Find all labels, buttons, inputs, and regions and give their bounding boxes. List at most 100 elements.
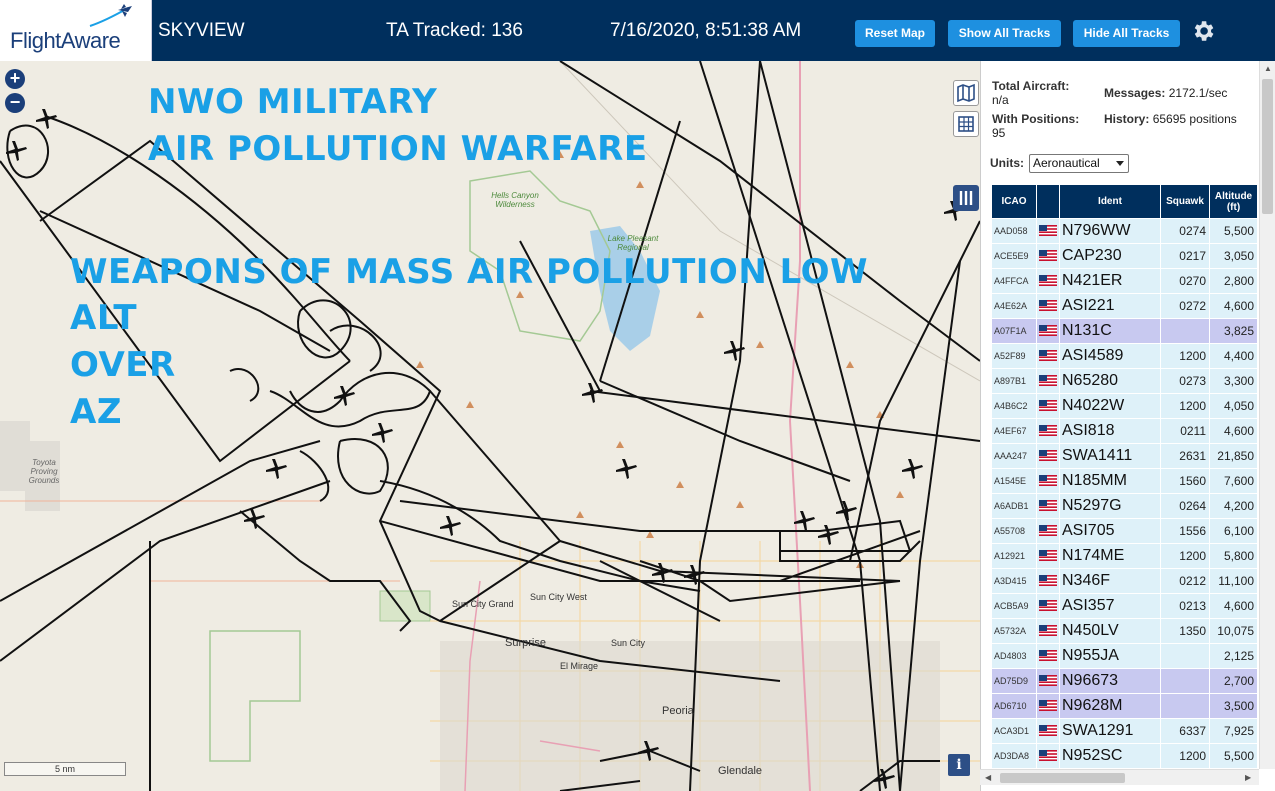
aircraft-row[interactable]: A07F1A N131C 3,825 <box>992 319 1257 344</box>
aircraft-ident: N421ER <box>1060 269 1160 294</box>
aircraft-icao: A897B1 <box>992 369 1036 394</box>
aircraft-row[interactable]: A6ADB1 N5297G 0264 4,200 <box>992 494 1257 519</box>
aircraft-row[interactable]: ACE5E9 CAP230 0217 3,050 <box>992 244 1257 269</box>
aircraft-row[interactable]: A12921 N174ME 1200 5,800 <box>992 544 1257 569</box>
aircraft-ident: N9628M <box>1060 694 1160 719</box>
aircraft-ident: N96673 <box>1060 669 1160 694</box>
aircraft-row[interactable]: AD4803 N955JA 2,125 <box>992 644 1257 669</box>
aircraft-row[interactable]: A52F89 ASI4589 1200 4,400 <box>992 344 1257 369</box>
aircraft-altitude: 11,100 <box>1210 569 1257 594</box>
logo-plane-icon <box>89 4 132 27</box>
overlay-text-line1: NWO MILITARY <box>148 82 438 122</box>
grid-icon <box>958 116 974 132</box>
col-squawk[interactable]: Squawk <box>1161 185 1209 219</box>
sidebar-vertical-scrollbar[interactable]: ▲ <box>1259 61 1275 769</box>
aircraft-row[interactable]: A1545E N185MM 1560 7,600 <box>992 469 1257 494</box>
columns-toggle-button[interactable] <box>953 185 979 211</box>
aircraft-squawk: 0270 <box>1161 269 1209 294</box>
place-toyota-proving-grounds: Toyota Proving Grounds <box>28 458 60 485</box>
scroll-up-arrow[interactable]: ▲ <box>1264 64 1272 73</box>
aircraft-ident: N174ME <box>1060 544 1160 569</box>
aircraft-flag <box>1037 544 1059 569</box>
aircraft-row[interactable]: A4FFCA N421ER 0270 2,800 <box>992 269 1257 294</box>
aircraft-altitude: 7,925 <box>1210 719 1257 744</box>
map-scale: 5 nm <box>4 762 126 776</box>
aircraft-squawk: 1200 <box>1161 344 1209 369</box>
gear-icon[interactable] <box>1190 18 1216 44</box>
aircraft-icao: ACE5E9 <box>992 244 1036 269</box>
stat-total-label: Total Aircraft: <box>992 79 1070 93</box>
aircraft-altitude: 2,800 <box>1210 269 1257 294</box>
map-icon <box>957 83 975 103</box>
aircraft-altitude: 5,500 <box>1210 219 1257 244</box>
us-flag-icon <box>1039 250 1057 262</box>
grid-toggle-button[interactable] <box>953 111 979 137</box>
aircraft-row[interactable]: AAA247 SWA1411 2631 21,850 <box>992 444 1257 469</box>
aircraft-row[interactable]: A4EF67 ASI818 0211 4,600 <box>992 419 1257 444</box>
aircraft-squawk <box>1161 694 1209 719</box>
aircraft-row[interactable]: AD6710 N9628M 3,500 <box>992 694 1257 719</box>
aircraft-squawk: 0274 <box>1161 219 1209 244</box>
aircraft-ident: N450LV <box>1060 619 1160 644</box>
aircraft-ident: ASI705 <box>1060 519 1160 544</box>
aircraft-row[interactable]: A5732A N450LV 1350 10,075 <box>992 619 1257 644</box>
overlay-text-line2: AIR POLLUTION WARFARE <box>148 129 648 169</box>
vertical-scroll-thumb[interactable] <box>1262 79 1273 214</box>
stat-total-aircraft: Total Aircraft: n/a <box>992 79 1069 107</box>
aircraft-row[interactable]: A4B6C2 N4022W 1200 4,050 <box>992 394 1257 419</box>
map-layers-button[interactable] <box>953 80 979 106</box>
aircraft-flag <box>1037 694 1059 719</box>
col-icao[interactable]: ICAO <box>992 185 1036 219</box>
logo-text: FlightAware <box>10 28 121 53</box>
us-flag-icon <box>1039 425 1057 437</box>
aircraft-row[interactable]: AD75D9 N96673 2,700 <box>992 669 1257 694</box>
aircraft-icao: ACB5A9 <box>992 594 1036 619</box>
col-altitude[interactable]: Altitude (ft) <box>1210 185 1257 219</box>
col-flag[interactable] <box>1037 185 1059 219</box>
aircraft-altitude: 4,050 <box>1210 394 1257 419</box>
sidebar-horizontal-scrollbar[interactable]: ◀ ▶ <box>980 769 1259 785</box>
stat-messages: Messages: 2172.1/sec <box>1104 86 1227 100</box>
units-select[interactable]: Aeronautical <box>1029 154 1129 173</box>
zoom-in-button[interactable]: + <box>5 69 25 89</box>
aircraft-altitude: 2,700 <box>1210 669 1257 694</box>
info-button[interactable]: i <box>948 754 970 776</box>
us-flag-icon <box>1039 375 1057 387</box>
map-canvas[interactable] <box>0 61 980 791</box>
aircraft-row[interactable]: A4E62A ASI221 0272 4,600 <box>992 294 1257 319</box>
aircraft-squawk: 1556 <box>1161 519 1209 544</box>
aircraft-altitude: 3,050 <box>1210 244 1257 269</box>
aircraft-flag <box>1037 369 1059 394</box>
aircraft-ident: N796WW <box>1060 219 1160 244</box>
zoom-out-button[interactable]: − <box>5 93 25 113</box>
aircraft-row[interactable]: AAD058 N796WW 0274 5,500 <box>992 219 1257 244</box>
flightaware-logo[interactable]: FlightAware <box>0 0 152 61</box>
tracked-count: TA Tracked: 136 <box>386 20 523 41</box>
aircraft-flag <box>1037 444 1059 469</box>
flight-map[interactable]: Hells Canyon Wilderness Lake Pleasant Re… <box>0 61 980 791</box>
aircraft-squawk: 1200 <box>1161 544 1209 569</box>
hide-all-tracks-button[interactable]: Hide All Tracks <box>1073 20 1180 47</box>
us-flag-icon <box>1039 350 1057 362</box>
aircraft-row[interactable]: A3D415 N346F 0212 11,100 <box>992 569 1257 594</box>
aircraft-row[interactable]: A897B1 N65280 0273 3,300 <box>992 369 1257 394</box>
scroll-left-arrow[interactable]: ◀ <box>985 773 991 782</box>
horizontal-scroll-thumb[interactable] <box>1000 773 1125 783</box>
place-lake-pleasant: Lake Pleasant Regional <box>607 234 659 252</box>
us-flag-icon <box>1039 650 1057 662</box>
place-glendale: Glendale <box>718 765 763 777</box>
aircraft-icao: A6ADB1 <box>992 494 1036 519</box>
aircraft-altitude: 4,400 <box>1210 344 1257 369</box>
aircraft-row[interactable]: ACA3D1 SWA1291 6337 7,925 <box>992 719 1257 744</box>
reset-map-button[interactable]: Reset Map <box>855 20 935 47</box>
aircraft-ident: SWA1291 <box>1060 719 1160 744</box>
scroll-right-arrow[interactable]: ▶ <box>1245 773 1251 782</box>
aircraft-row[interactable]: ACB5A9 ASI357 0213 4,600 <box>992 594 1257 619</box>
aircraft-row[interactable]: AD3DA8 N952SC 1200 5,500 <box>992 744 1257 769</box>
show-all-tracks-button[interactable]: Show All Tracks <box>948 20 1061 47</box>
us-flag-icon <box>1039 275 1057 287</box>
aircraft-row[interactable]: A55708 ASI705 1556 6,100 <box>992 519 1257 544</box>
place-sun-city-grand: Sun City Grand <box>452 599 514 609</box>
aircraft-squawk: 6337 <box>1161 719 1209 744</box>
col-ident[interactable]: Ident <box>1060 185 1160 219</box>
